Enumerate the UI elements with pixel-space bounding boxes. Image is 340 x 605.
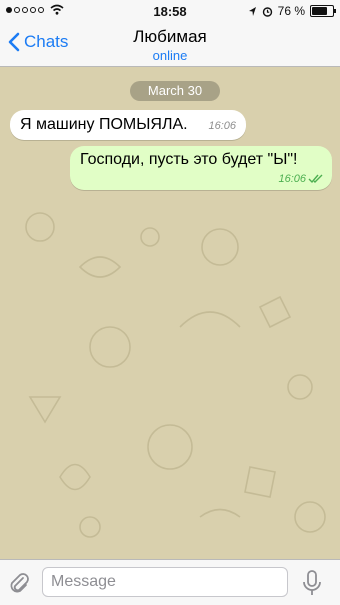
location-arrow-icon [248,6,256,16]
wallpaper-doodles [25,176,326,538]
outgoing-message-bubble[interactable]: Господи, пусть это будет "Ы"! 16:06 [70,146,332,190]
battery-icon [310,5,336,17]
message-text: Я машину ПОМЫЯЛА. [20,116,188,133]
message-composer: Message [0,559,340,605]
contact-status: online [152,48,188,63]
incoming-message-bubble[interactable]: Я машину ПОМЫЯЛА. 16:06 [10,110,246,140]
navigation-bar: Chats Любимая online [0,22,340,67]
double-check-icon [308,174,323,184]
alarm-clock-icon [262,6,272,17]
status-right: 76 % [248,4,336,18]
chat-title[interactable]: Любимая [0,27,340,47]
message-time: 16:06 [278,173,306,185]
status-bar: 18:58 76 % [0,0,340,22]
paperclip-icon[interactable] [6,570,32,596]
date-separator: March 30 [130,81,220,101]
battery-level-fill [312,7,328,15]
chat-area[interactable]: March 30 Я машину ПОМЫЯЛА. 16:06 Господи… [0,67,340,559]
message-text: Господи, пусть это будет "Ы"! [80,151,298,168]
battery-percent: 76 % [277,4,305,18]
message-time: 16:06 [208,120,236,132]
message-input[interactable]: Message [42,567,288,597]
microphone-icon[interactable] [301,569,323,597]
